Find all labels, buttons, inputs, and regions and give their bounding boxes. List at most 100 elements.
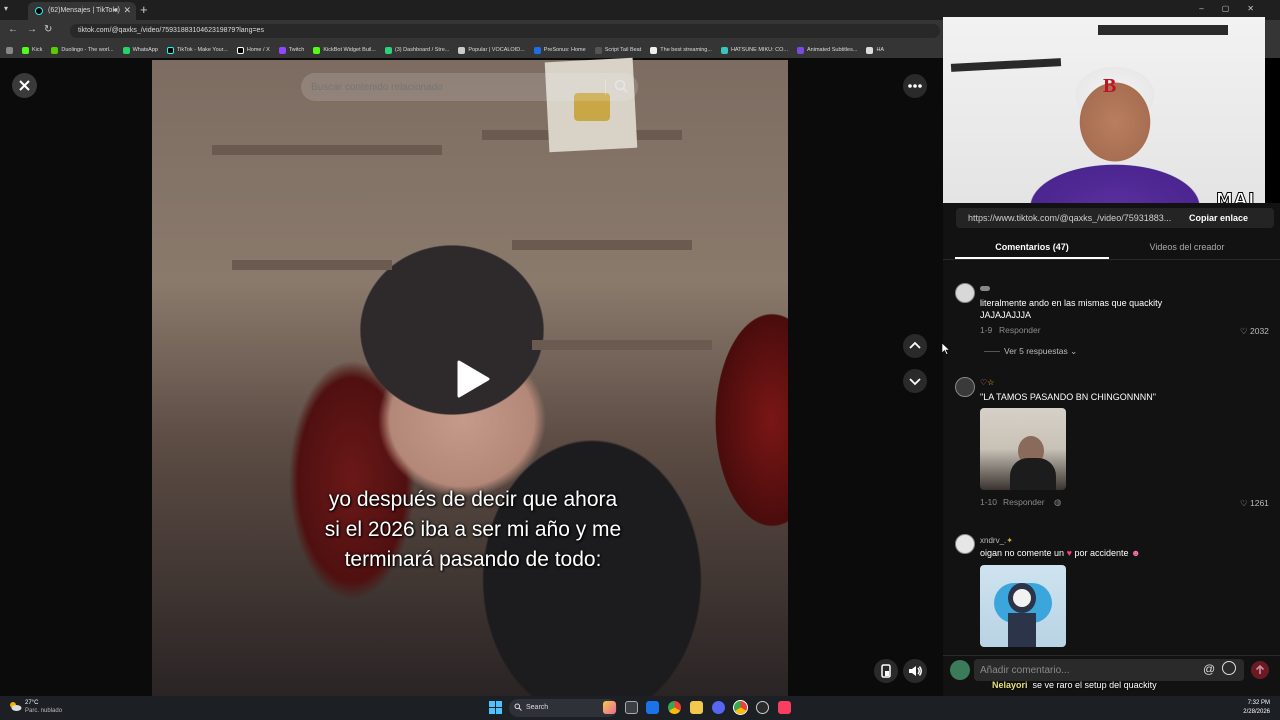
avatar[interactable] (955, 534, 975, 554)
weather-desc[interactable]: Parc. nublado (25, 708, 62, 714)
bookmark-item[interactable]: Duolingo - The worl... (51, 46, 114, 54)
shelf (512, 240, 692, 250)
start-icon[interactable] (489, 701, 502, 714)
search-icon[interactable] (613, 78, 629, 94)
chatgpt-icon[interactable] (756, 701, 769, 714)
bookmark-item[interactable]: HA (866, 46, 884, 54)
mouse-cursor-icon (942, 343, 950, 355)
picture-in-picture-button[interactable] (874, 659, 898, 683)
new-tab-button[interactable]: + (140, 2, 148, 17)
comment-username[interactable]: xndrv_.✦ (980, 536, 1013, 545)
reply-link[interactable]: Responder (999, 325, 1041, 335)
reload-icon[interactable]: ↻ (44, 24, 52, 35)
view-replies-label: Ver 5 respuestas (1004, 346, 1068, 356)
chevron-down-icon: ⌄ (1070, 346, 1078, 356)
bookmark-item[interactable]: Animated Subtitles... (797, 46, 857, 54)
comment-date: 1-10 (980, 497, 998, 507)
play-icon[interactable] (455, 359, 491, 399)
related-search-input[interactable] (311, 77, 601, 97)
weather-temp[interactable]: 27°C (25, 700, 38, 706)
previous-video-button[interactable] (903, 334, 927, 358)
window-controls[interactable]: –▢✕ (1199, 4, 1272, 13)
post-comment-button[interactable] (1251, 661, 1269, 679)
chevron-up-icon (909, 341, 921, 349)
shelf (232, 260, 392, 270)
forward-icon[interactable]: → (27, 24, 37, 35)
chrome-icon[interactable] (668, 701, 681, 714)
view-replies-button[interactable]: Ver 5 respuestas ⌄ (1004, 346, 1077, 357)
back-icon[interactable]: ← (8, 24, 18, 35)
comment-line: literalmente ando en las mismas que quac… (980, 298, 1163, 308)
reply-link[interactable]: Responder (1003, 497, 1045, 507)
bookmark-item[interactable]: TikTok - Make Your... (166, 46, 228, 54)
bookmark-item[interactable]: The best streaming... (650, 46, 712, 54)
close-icon (19, 80, 30, 91)
more-options-button[interactable] (903, 74, 927, 98)
bookmark-item[interactable]: Twitch (278, 46, 304, 54)
heart-icon: ♡ (1240, 326, 1248, 336)
bookmark-item[interactable]: HATSUNE MIKU: CO... (720, 46, 788, 54)
face-emoji-icon: ☻ (1131, 548, 1141, 558)
copy-link-button[interactable]: Copiar enlace (1189, 213, 1248, 223)
username-emoji-icon: ☆ (987, 378, 995, 387)
browser-tab[interactable]: (62)Mensajes | TikTok ◂) ✕ (28, 2, 136, 20)
bookmark-item[interactable]: Home / X (236, 46, 270, 54)
bookmark-item[interactable]: WhatsApp (122, 46, 158, 54)
like-button[interactable]: ♡ 1261 (1240, 498, 1269, 509)
share-link[interactable]: https://www.tiktok.com/@qaxks_/video/759… (968, 213, 1178, 223)
emoji-icon[interactable] (1222, 661, 1236, 675)
url-field[interactable]: tiktok.com/@qaxks_/video/759318831046231… (70, 24, 940, 38)
discord-icon[interactable] (712, 701, 725, 714)
bookmark-item[interactable]: KickBot Widget Buil... (313, 46, 376, 54)
mention-icon[interactable]: @ (1203, 662, 1215, 676)
stream-chat-message: Nelayori se ve raro el setup del quackity (992, 680, 1157, 690)
more-icon (908, 84, 922, 88)
tab-title: (62)Mensajes | TikTok (48, 7, 116, 14)
tab-search-icon[interactable]: ▾ (4, 4, 8, 13)
arrow-up-icon (1255, 664, 1265, 674)
taskbar-search-label: Search (526, 704, 549, 711)
comment-username[interactable] (980, 284, 990, 293)
bookmark-item[interactable]: Script Tail Beat (594, 46, 641, 54)
file-explorer-icon[interactable] (690, 701, 703, 714)
creator-liked-icon: ◍ (1054, 497, 1062, 507)
shelf (532, 340, 712, 350)
comment-username[interactable]: ♡☆ (980, 378, 994, 387)
caption-line: terminará pasando de todo: (344, 548, 602, 571)
chrome-active-icon[interactable] (733, 700, 748, 715)
avatar[interactable] (955, 377, 975, 397)
task-view-icon[interactable] (625, 701, 638, 714)
caption-line: yo después de decir que ahora (328, 488, 618, 511)
music-app-icon[interactable] (778, 701, 791, 714)
bookmark-item[interactable]: (3) Dashboard / Stre... (384, 46, 449, 54)
comment-date: 1-9 (980, 325, 993, 335)
close-button[interactable] (12, 73, 37, 98)
comment-text: literalmente ando en las mismas que quac… (980, 297, 1162, 321)
weather-icon[interactable] (8, 700, 22, 712)
comment-image[interactable] (980, 408, 1066, 490)
bookmark-item[interactable]: Kick (22, 46, 42, 54)
next-video-button[interactable] (903, 369, 927, 393)
avatar[interactable] (955, 283, 975, 303)
username-emoji-icon: ✦ (1006, 536, 1013, 545)
clock-time[interactable]: 7:32 PM (1238, 700, 1270, 706)
volume-button[interactable] (903, 659, 927, 683)
tab-audio-icon[interactable]: ◂) (113, 5, 120, 14)
tab-close-icon[interactable]: ✕ (123, 5, 131, 16)
comment-line: JAJAJAJJJA (980, 310, 1032, 320)
store-icon[interactable] (646, 701, 659, 714)
apps-icon[interactable] (6, 46, 13, 54)
taskbar-search[interactable]: Search (509, 699, 617, 717)
pip-icon (881, 664, 891, 678)
comment-image[interactable] (980, 565, 1066, 647)
tab-comments[interactable]: Comentarios (47) (955, 242, 1109, 252)
like-button[interactable]: ♡ 2032 (1240, 326, 1269, 337)
replies-line (984, 351, 1000, 352)
tab-creator-videos[interactable]: Videos del creador (1110, 242, 1264, 252)
webcam-overlay: B (943, 17, 1265, 203)
widget-icon[interactable] (603, 701, 616, 714)
bookmark-item[interactable]: Popular | VOCALOID... (458, 46, 525, 54)
search-icon (514, 703, 522, 711)
clock-date[interactable]: 2/28/2026 (1238, 709, 1270, 715)
bookmark-item[interactable]: PreSonus: Home (533, 46, 586, 54)
